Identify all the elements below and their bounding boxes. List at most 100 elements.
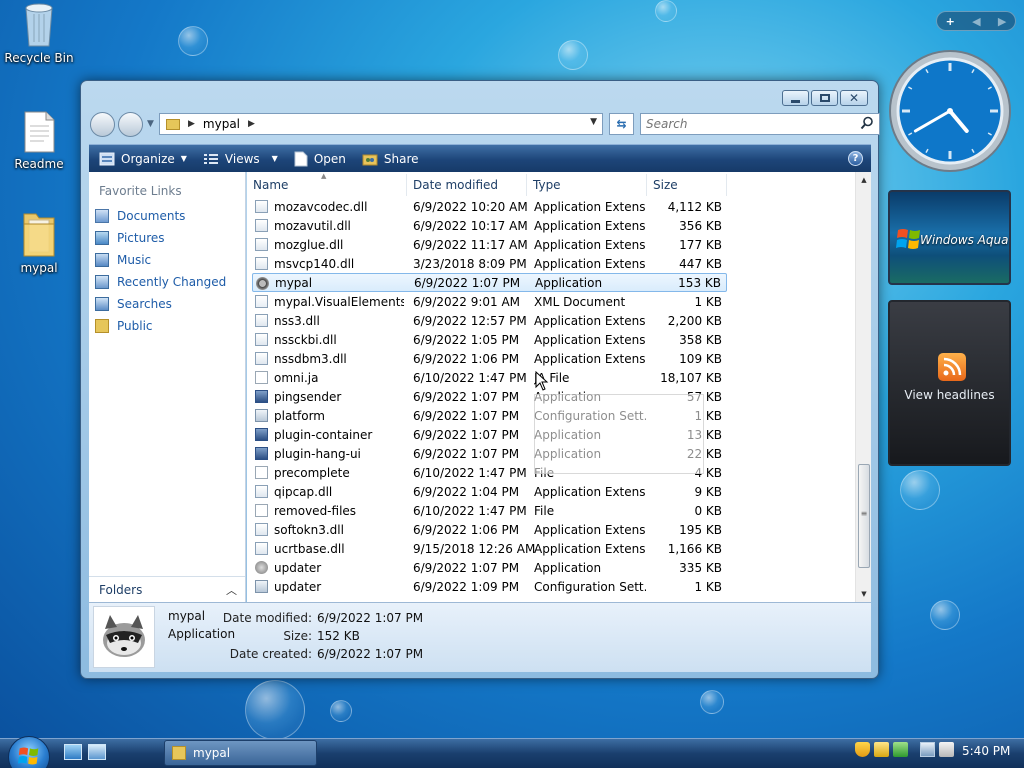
column-header-date[interactable]: Date modified [407, 174, 527, 196]
search-input[interactable] [646, 115, 846, 133]
scrollbar-thumb[interactable]: ≡ [858, 464, 870, 568]
file-row[interactable]: softokn3.dll 6/9/2022 1:06 PM Application … [252, 520, 727, 539]
clock-center [947, 108, 953, 114]
bubble [558, 40, 588, 70]
file-row[interactable]: nssdbm3.dll 6/9/2022 1:06 PM Application E… [252, 349, 727, 368]
help-icon: ? [852, 153, 859, 164]
views-button[interactable]: Views ▼ [197, 145, 284, 173]
refresh-button[interactable]: ⇆ [609, 113, 634, 135]
file-name: softokn3.dll [274, 522, 344, 537]
nav-link-public[interactable]: Public [95, 317, 153, 335]
feed-headlines-gadget[interactable]: View headlines [888, 300, 1011, 466]
file-row[interactable]: mozavutil.dll 6/9/2022 10:17 AM Applicatio… [252, 216, 727, 235]
slideshow-gadget[interactable]: Windows Aqua [888, 190, 1011, 285]
file-name: updater [274, 560, 322, 575]
breadcrumb-mypal[interactable]: mypal [203, 117, 240, 131]
network-icon[interactable] [920, 742, 935, 757]
file-name: mypal.VisualElements... [274, 294, 404, 309]
recent-pages-dropdown-icon[interactable]: ▼ [147, 119, 154, 129]
scroll-down-icon[interactable]: ▼ [856, 586, 871, 602]
previous-icon[interactable]: ◀ [972, 15, 980, 28]
column-header-label: Size [653, 178, 678, 192]
nav-link-searches[interactable]: Searches [95, 295, 172, 313]
xml-icon [255, 295, 268, 308]
file-date-modified: 6/9/2022 10:17 AM [413, 218, 528, 233]
file-row[interactable]: omni.ja 6/10/2022 1:47 PM JA File 18,107 KB [252, 368, 727, 387]
column-header-name[interactable]: Name ▲ [247, 172, 407, 196]
file-row[interactable]: ucrtbase.dll 9/15/2018 12:26 AM Applicatio… [252, 539, 727, 558]
open-button[interactable]: Open [288, 145, 352, 173]
dll-icon [255, 238, 268, 251]
action-center-flag-icon[interactable] [893, 742, 908, 757]
minimize-button[interactable] [782, 90, 809, 106]
details-created-value: 6/9/2022 1:07 PM [317, 647, 424, 661]
desktop-icon-mypal[interactable]: mypal [1, 210, 77, 275]
windows-update-icon[interactable] [874, 742, 889, 757]
view-headlines-link[interactable]: View headlines [890, 388, 1009, 402]
file-type: Application Extens... [534, 522, 646, 537]
file-size: 109 KB [679, 351, 722, 366]
documents-icon [95, 209, 109, 223]
mouse-cursor-icon [535, 371, 549, 391]
search-icon[interactable] [860, 116, 874, 130]
file-row[interactable]: mypal.VisualElements... 6/9/2022 9:01 AM X… [252, 292, 727, 311]
file-row[interactable]: mozavcodec.dll 6/9/2022 10:20 AM Applicati… [252, 197, 727, 216]
clock-gadget[interactable] [888, 49, 1012, 173]
show-desktop-icon[interactable] [64, 744, 82, 760]
scroll-up-icon[interactable]: ▲ [856, 172, 871, 188]
security-shield-icon[interactable] [855, 742, 870, 757]
taskbar-button-mypal[interactable]: mypal [164, 740, 317, 766]
maximize-button[interactable] [811, 90, 838, 106]
column-header-label: Type [533, 178, 561, 192]
close-button[interactable]: ✕ [840, 90, 868, 106]
desktop-icon-recycle-bin[interactable]: Recycle Bin [1, 2, 77, 65]
details-size-value: 152 KB [317, 629, 360, 643]
search-box[interactable] [640, 113, 880, 135]
file-row[interactable]: qipcap.dll 6/9/2022 1:04 PM Application Ex… [252, 482, 727, 501]
nav-link-documents[interactable]: Documents [95, 207, 185, 225]
nav-link-music[interactable]: Music [95, 251, 151, 269]
column-header-size[interactable]: Size [647, 174, 727, 196]
back-button[interactable] [90, 112, 115, 137]
vertical-scrollbar[interactable]: ▲ ≡ ▼ [855, 172, 871, 602]
address-bar[interactable]: ▶ mypal ▶ ▼ [159, 113, 603, 135]
address-dropdown-icon[interactable]: ▼ [590, 117, 597, 127]
searches-icon [95, 297, 109, 311]
next-icon[interactable]: ▶ [998, 15, 1006, 28]
file-name: mozavutil.dll [274, 218, 351, 233]
column-header-type[interactable]: Type [527, 174, 647, 196]
file-row[interactable]: updater 6/9/2022 1:07 PM Application 335 KB [252, 558, 727, 577]
folder-icon [172, 746, 186, 760]
switch-windows-icon[interactable] [88, 744, 106, 760]
file-row[interactable]: mozglue.dll 6/9/2022 11:17 AM Application … [252, 235, 727, 254]
volume-icon[interactable] [939, 742, 954, 757]
file-row[interactable]: removed-files 6/10/2022 1:47 PM File 0 KB [252, 501, 727, 520]
details-created-label: Date created: [229, 647, 312, 661]
add-gadget-icon[interactable]: + [946, 15, 955, 28]
close-icon: ✕ [848, 91, 860, 105]
breadcrumb-separator-icon[interactable]: ▶ [248, 119, 255, 129]
maximize-icon [819, 94, 830, 102]
file-row[interactable]: nss3.dll 6/9/2022 12:57 PM Application Ext… [252, 311, 727, 330]
file-type: JA File [534, 370, 570, 385]
forward-button[interactable] [118, 112, 143, 137]
organize-button[interactable]: Organize ▼ [93, 145, 193, 173]
nav-link-pictures[interactable]: Pictures [95, 229, 165, 247]
folders-toggle[interactable]: Folders ︿ [89, 576, 245, 602]
file-name: qipcap.dll [274, 484, 333, 499]
file-type: Application Extens... [534, 332, 646, 347]
breadcrumb-separator-icon[interactable]: ▶ [188, 119, 195, 129]
details-modified-label: Date modified: [222, 611, 312, 625]
folder-icon [166, 118, 180, 130]
taskbar-clock[interactable]: 5:40 PM [962, 744, 1010, 758]
file-row[interactable]: mypal 6/9/2022 1:07 PM Application 153 KB [252, 273, 727, 292]
desktop-icon-readme[interactable]: Readme [1, 110, 77, 171]
file-row[interactable]: updater 6/9/2022 1:09 PM Configuration Set… [252, 577, 727, 596]
file-type: Application Extens... [534, 351, 646, 366]
file-row[interactable]: nssckbi.dll 6/9/2022 1:05 PM Application E… [252, 330, 727, 349]
share-button[interactable]: Share [356, 145, 425, 173]
help-button[interactable]: ? [848, 151, 863, 166]
file-size: 447 KB [679, 256, 722, 271]
nav-link-recently-changed[interactable]: Recently Changed [95, 273, 226, 291]
file-row[interactable]: msvcp140.dll 3/23/2018 8:09 PM Application… [252, 254, 727, 273]
